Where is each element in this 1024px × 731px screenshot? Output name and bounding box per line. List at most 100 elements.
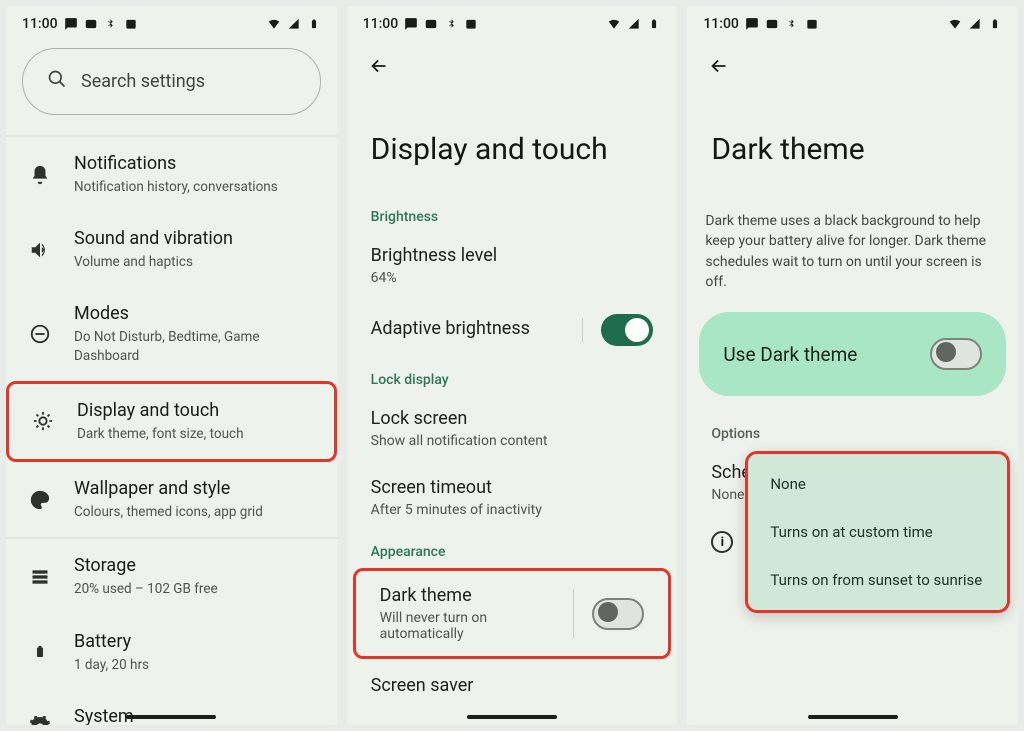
- wifi-icon: [607, 17, 621, 31]
- settings-row-notifications[interactable]: Notifications Notification history, conv…: [6, 137, 337, 212]
- screen-saver-row[interactable]: Screen saver: [347, 661, 678, 714]
- gear-icon: [26, 716, 54, 725]
- row-sub: Colours, themed icons, app grid: [74, 503, 319, 521]
- status-bar: 11:00: [6, 6, 337, 38]
- brightness-icon: [29, 410, 57, 432]
- page-description: Dark theme uses a black background to he…: [687, 197, 1018, 302]
- row-sub: Do Not Disturb, Bedtime, Game Dashboard: [74, 328, 319, 364]
- row-title: Storage: [74, 555, 319, 576]
- section-options: Options: [687, 414, 1018, 448]
- item-sub: Will never turn on automatically: [380, 610, 556, 642]
- schedule-option-none[interactable]: None: [748, 460, 1007, 508]
- row-sub: 20% used – 102 GB free: [74, 580, 319, 598]
- palette-icon: [26, 489, 54, 511]
- row-sub: Dark theme, font size, touch: [77, 425, 316, 443]
- gesture-bar[interactable]: [808, 715, 898, 719]
- info-icon: i: [711, 531, 733, 553]
- battery-icon: [647, 17, 661, 31]
- dark-theme-toggle[interactable]: [592, 598, 644, 630]
- search-settings-input[interactable]: Search settings: [22, 48, 321, 115]
- schedule-option-sunset[interactable]: Turns on from sunset to sunrise: [748, 556, 1007, 604]
- item-sub: Show all notification content: [371, 433, 654, 449]
- settings-row-display[interactable]: Display and touch Dark theme, font size,…: [6, 381, 337, 462]
- dnd-icon: [26, 323, 54, 345]
- battery-icon: [307, 17, 321, 31]
- use-dark-theme-toggle[interactable]: [930, 338, 982, 370]
- settings-row-battery[interactable]: Battery 1 day, 20 hrs: [6, 615, 337, 690]
- row-title: Modes: [74, 303, 319, 324]
- item-title: Adaptive brightness: [371, 318, 565, 339]
- clock: 11:00: [22, 16, 58, 32]
- bell-icon: [26, 164, 54, 186]
- item-sub: After 5 minutes of inactivity: [371, 502, 654, 518]
- dark-theme-settings: 11:00 Dark theme Dark theme uses a black…: [687, 6, 1018, 725]
- settings-row-storage[interactable]: Storage 20% used – 102 GB free: [6, 539, 337, 614]
- divider: [573, 589, 574, 638]
- section-brightness: Brightness: [347, 197, 678, 231]
- screen-timeout-row[interactable]: Screen timeout After 5 minutes of inacti…: [347, 463, 678, 532]
- wifi-icon: [267, 17, 281, 31]
- clock: 11:00: [363, 16, 399, 32]
- adaptive-brightness-row[interactable]: Adaptive brightness: [347, 300, 678, 360]
- chat-icon: [404, 17, 418, 31]
- brightness-level-row[interactable]: Brightness level 64%: [347, 231, 678, 300]
- row-title: Wallpaper and style: [74, 478, 319, 499]
- section-appearance: Appearance: [347, 532, 678, 566]
- schedule-popup: None Turns on at custom time Turns on fr…: [745, 451, 1010, 613]
- status-bar: 11:00: [347, 6, 678, 38]
- row-title: Sound and vibration: [74, 228, 319, 249]
- row-title: Display and touch: [77, 400, 316, 421]
- youtube-icon: [84, 17, 98, 31]
- item-title: Lock screen: [371, 408, 654, 429]
- page-title: Display and touch: [347, 82, 678, 197]
- calendar-icon: [805, 17, 819, 31]
- storage-icon: [26, 567, 54, 587]
- signal-icon: [968, 17, 982, 31]
- item-title: Dark theme: [380, 585, 556, 606]
- calendar-icon: [124, 17, 138, 31]
- signal-icon: [287, 17, 301, 31]
- dark-theme-row[interactable]: Dark theme Will never turn on automatica…: [353, 568, 672, 659]
- schedule-option-custom[interactable]: Turns on at custom time: [748, 508, 1007, 556]
- bluetooth-icon: [104, 17, 118, 31]
- battery-vert-icon: [26, 641, 54, 663]
- use-dark-theme-card[interactable]: Use Dark theme: [699, 312, 1006, 396]
- settings-row-wallpaper[interactable]: Wallpaper and style Colours, themed icon…: [6, 462, 337, 537]
- row-sub: Notification history, conversations: [74, 178, 319, 196]
- item-title: Screen saver: [371, 675, 654, 696]
- calendar-icon: [464, 17, 478, 31]
- page-title: Dark theme: [687, 82, 1018, 197]
- adaptive-brightness-toggle[interactable]: [601, 314, 653, 346]
- row-title: Notifications: [74, 153, 319, 174]
- settings-row-sound[interactable]: Sound and vibration Volume and haptics: [6, 212, 337, 287]
- row-sub: 1 day, 20 hrs: [74, 656, 319, 674]
- row-title: Battery: [74, 631, 319, 652]
- status-bar: 11:00: [687, 6, 1018, 38]
- sound-icon: [26, 239, 54, 261]
- item-title: Brightness level: [371, 245, 654, 266]
- settings-row-system[interactable]: System Languages, gestures, time, backup: [6, 690, 337, 725]
- bluetooth-icon: [785, 17, 799, 31]
- item-title: Screen timeout: [371, 477, 654, 498]
- item-sub: 64%: [371, 270, 654, 286]
- card-title: Use Dark theme: [723, 343, 930, 366]
- display-settings: 11:00 Display and touch Brightness Brigh…: [347, 6, 678, 725]
- signal-icon: [627, 17, 641, 31]
- search-icon: [47, 69, 67, 94]
- back-button[interactable]: [703, 50, 735, 82]
- clock: 11:00: [703, 16, 739, 32]
- wifi-icon: [948, 17, 962, 31]
- lock-screen-row[interactable]: Lock screen Show all notification conten…: [347, 394, 678, 463]
- search-placeholder: Search settings: [81, 71, 205, 92]
- gesture-bar[interactable]: [467, 715, 557, 719]
- divider: [582, 318, 583, 342]
- youtube-icon: [424, 17, 438, 31]
- section-lockdisplay: Lock display: [347, 360, 678, 394]
- chat-icon: [745, 17, 759, 31]
- battery-icon: [988, 17, 1002, 31]
- back-button[interactable]: [363, 50, 395, 82]
- gesture-bar[interactable]: [126, 715, 216, 719]
- bluetooth-icon: [444, 17, 458, 31]
- chat-icon: [64, 17, 78, 31]
- settings-row-modes[interactable]: Modes Do Not Disturb, Bedtime, Game Dash…: [6, 287, 337, 380]
